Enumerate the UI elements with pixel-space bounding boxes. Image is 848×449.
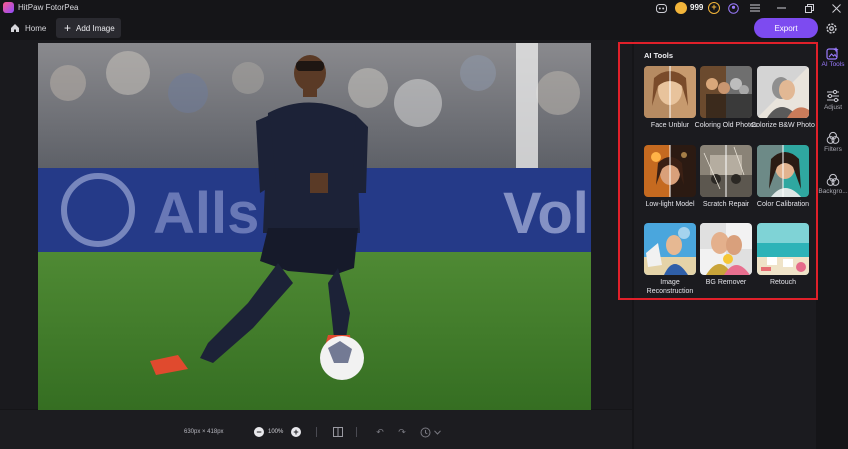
tool-retouch[interactable]: Retouch bbox=[757, 223, 809, 287]
zoom-out-button[interactable]: − bbox=[254, 427, 264, 437]
settings-gear-icon[interactable] bbox=[822, 19, 840, 37]
retouch-thumbnail bbox=[757, 223, 809, 275]
bg-remover-thumbnail bbox=[700, 223, 752, 275]
low-light-model-thumbnail bbox=[644, 145, 696, 197]
title-bar: HitPaw FotorPea 999 + bbox=[0, 0, 848, 16]
plus-icon: + bbox=[64, 21, 72, 35]
add-image-label: Add Image bbox=[76, 23, 115, 33]
rail-item-adjust[interactable]: Adjust bbox=[818, 89, 848, 112]
export-button[interactable]: Export bbox=[754, 18, 818, 38]
tool-coloring-old-photos[interactable]: Coloring Old Photos bbox=[695, 66, 757, 130]
tool-low-light-model[interactable]: Low-light Model bbox=[644, 145, 696, 209]
zoom-in-button[interactable]: + bbox=[291, 427, 301, 437]
rail-label: Filters bbox=[824, 146, 842, 153]
tool-colorize-bw-photo[interactable]: Colorize B&W Photo bbox=[751, 66, 815, 130]
rail-label: AI Tools bbox=[821, 61, 845, 68]
add-coins-button[interactable]: + bbox=[708, 2, 720, 14]
color-calibration-thumbnail bbox=[757, 145, 809, 197]
app-logo-icon bbox=[3, 2, 14, 13]
canvas-status-bar: 630px × 418px − 100% + ↶ ↷ bbox=[0, 410, 632, 449]
scratch-repair-thumbnail bbox=[700, 145, 752, 197]
zoom-level: 100% bbox=[268, 429, 284, 435]
home-icon bbox=[11, 24, 19, 32]
coin-count: 999 bbox=[690, 3, 704, 12]
ai-tools-icon bbox=[826, 47, 839, 60]
tool-label: Coloring Old Photos bbox=[694, 122, 758, 129]
tool-label: Scratch Repair bbox=[702, 201, 750, 208]
tool-label: Low-light Model bbox=[645, 201, 695, 208]
redo-icon[interactable]: ↷ bbox=[395, 425, 409, 439]
right-rail: AI Tools Adjust Filters Backgro... bbox=[818, 40, 848, 449]
undo-icon[interactable]: ↶ bbox=[373, 425, 387, 439]
tool-label: Color Calibration bbox=[756, 201, 810, 208]
panel-title: AI Tools bbox=[644, 51, 674, 60]
background-icon bbox=[826, 173, 840, 186]
tool-label: BG Remover bbox=[705, 279, 747, 286]
tool-bg-remover[interactable]: BG Remover bbox=[700, 223, 752, 287]
rail-item-filters[interactable]: Filters bbox=[818, 131, 848, 154]
tool-label: Image Reconstruction bbox=[646, 279, 694, 295]
tool-label: Retouch bbox=[769, 279, 797, 286]
sliders-icon bbox=[827, 89, 839, 103]
app-title: HitPaw FotorPea bbox=[18, 3, 79, 12]
rail-label: Adjust bbox=[823, 104, 843, 111]
chevron-down-icon[interactable] bbox=[430, 425, 444, 439]
colorize-bw-photo-thumbnail bbox=[757, 66, 809, 118]
tool-label: Colorize B&W Photo bbox=[751, 122, 815, 129]
svg-text:Vol: Vol bbox=[503, 181, 589, 246]
tool-image-reconstruction[interactable]: Image Reconstruction bbox=[644, 223, 696, 296]
coloring-old-photos-thumbnail bbox=[700, 66, 752, 118]
svg-text:Alls: Alls bbox=[153, 181, 259, 246]
minimize-icon[interactable] bbox=[774, 1, 788, 15]
main-toolbar: Home + Add Image Export bbox=[0, 16, 848, 40]
filters-icon bbox=[826, 131, 840, 144]
tool-label: Face Unblur bbox=[650, 122, 690, 129]
compare-icon[interactable] bbox=[331, 425, 345, 439]
edited-photo[interactable]: Alls Vol bbox=[38, 43, 591, 410]
restore-icon[interactable] bbox=[802, 1, 816, 15]
image-reconstruction-thumbnail bbox=[644, 223, 696, 275]
close-icon[interactable] bbox=[829, 1, 843, 15]
menu-icon[interactable] bbox=[748, 1, 762, 15]
add-image-button[interactable]: + Add Image bbox=[56, 18, 121, 38]
account-icon[interactable] bbox=[726, 1, 740, 15]
divider bbox=[356, 427, 357, 437]
rail-item-background[interactable]: Backgro... bbox=[818, 173, 848, 196]
divider bbox=[316, 427, 317, 437]
tool-color-calibration[interactable]: Color Calibration bbox=[757, 145, 809, 209]
home-tab[interactable]: Home bbox=[4, 19, 52, 37]
image-dimensions: 630px × 418px bbox=[184, 429, 224, 435]
discord-icon[interactable] bbox=[654, 1, 668, 15]
rail-item-ai-tools[interactable]: AI Tools bbox=[818, 46, 848, 69]
coin-icon bbox=[675, 2, 687, 14]
tool-scratch-repair[interactable]: Scratch Repair bbox=[700, 145, 752, 209]
tool-face-unblur[interactable]: Face Unblur bbox=[644, 66, 696, 130]
home-label: Home bbox=[25, 23, 47, 33]
rail-label: Backgro... bbox=[818, 188, 848, 195]
face-unblur-thumbnail bbox=[644, 66, 696, 118]
soccer-player-photo: Alls Vol bbox=[38, 43, 591, 410]
